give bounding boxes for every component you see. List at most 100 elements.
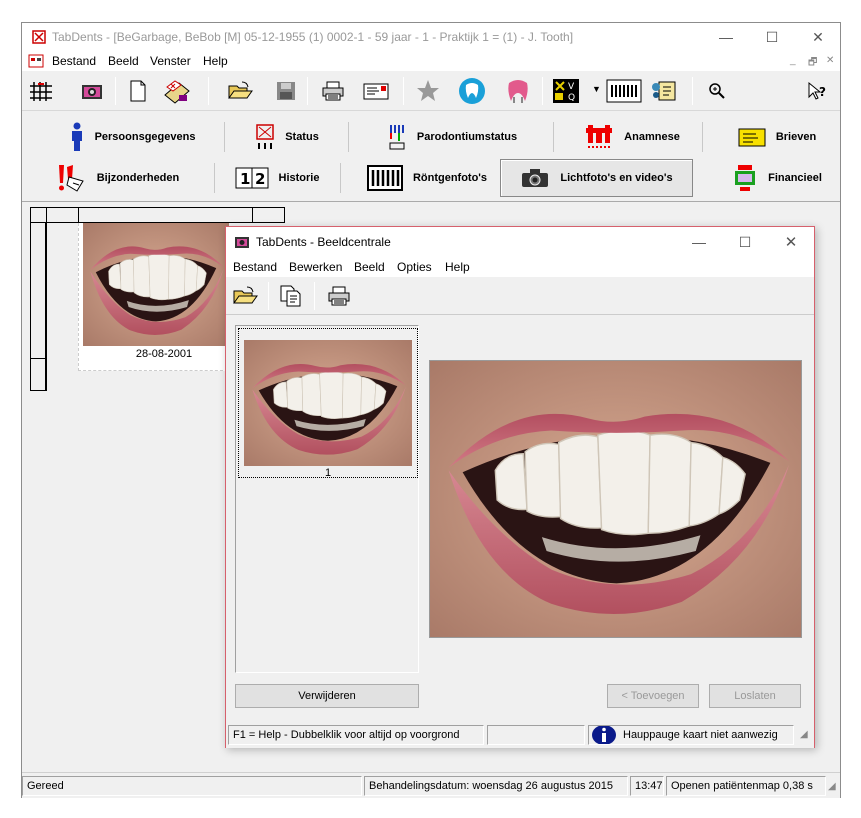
tab-anamnese[interactable]: Anamnese (567, 117, 697, 157)
dialog-menu-bestand[interactable]: Bestand (233, 260, 277, 274)
tab-financieel[interactable]: Financieel (722, 158, 832, 198)
mdi-restore-button[interactable]: 🗗 (808, 55, 817, 72)
grid-row-header (30, 223, 46, 391)
dialog-menu-bewerken[interactable]: Bewerken (289, 260, 342, 274)
info-icon (592, 726, 616, 744)
add-button[interactable]: < Toevoegen (607, 684, 699, 708)
person-icon (71, 122, 82, 151)
history-icon: 12 (235, 167, 269, 189)
mdi-minimize-button[interactable]: _ (790, 55, 796, 66)
dialog-menu-beeld[interactable]: Beeld (354, 260, 385, 274)
status-icon (256, 124, 274, 149)
vq-icon[interactable]: VQ (551, 76, 581, 106)
main-toolbar: VQ ▼ ? (22, 71, 840, 111)
cash-register-icon (735, 165, 756, 191)
dialog-status-capture: Hauppauge kaart niet aanwezig (588, 725, 794, 745)
dialog-print-icon[interactable] (324, 281, 354, 311)
dialog-maximize-button[interactable]: ☐ (722, 227, 768, 257)
tab-status[interactable]: Status (232, 117, 342, 157)
tab-label: Röntgenfoto's (412, 172, 488, 184)
star-icon[interactable] (413, 76, 443, 106)
minimize-button[interactable]: — (703, 23, 749, 51)
status-info: Openen patiëntenmap 0,38 s (666, 776, 826, 796)
save-icon[interactable] (271, 76, 301, 106)
tab-label: Financieel (768, 172, 822, 184)
anamnese-icon (586, 125, 613, 148)
tab-bijzonderheden[interactable]: Bijzonderheden (42, 158, 192, 198)
menu-bar: Bestand Beeld Venster Help _ 🗗 ✕ (22, 51, 840, 71)
perio-icon (389, 125, 405, 150)
svg-text:2: 2 (255, 170, 265, 188)
module-tabs: Persoonsgegevens Status Parodontiumstatu… (22, 112, 840, 202)
grid-icon[interactable] (26, 76, 56, 106)
delete-button[interactable]: Verwijderen (235, 684, 419, 708)
status-time: 13:47 (630, 776, 664, 796)
dialog-menu-help[interactable]: Help (445, 260, 470, 274)
tooth-pink-icon[interactable] (503, 76, 533, 106)
dialog-resize-grip-icon[interactable]: ◢ (800, 729, 808, 740)
notes-icon[interactable] (649, 76, 679, 106)
copy-icon[interactable] (276, 281, 306, 311)
grid-header (30, 207, 284, 223)
tab-label: Parodontiumstatus (416, 131, 518, 143)
tab-label: Lichtfoto's en video's (560, 172, 673, 184)
mdi-close-button[interactable]: ✕ (826, 55, 834, 66)
dialog-status-bar: F1 = Help - Dubbelklik voor altijd op vo… (226, 723, 814, 748)
dialog-title: TabDents - Beeldcentrale (256, 235, 391, 249)
xray-icon[interactable] (604, 76, 644, 106)
help-pointer-icon[interactable]: ? (802, 76, 832, 106)
new-document-icon[interactable] (123, 76, 153, 106)
letter-icon[interactable] (361, 76, 391, 106)
menu-beeld[interactable]: Beeld (108, 54, 139, 68)
xray-tab-icon (366, 165, 403, 191)
dialog-title-bar[interactable]: TabDents - Beeldcentrale — ☐ ✕ (226, 227, 814, 257)
tab-label: Historie (278, 172, 320, 184)
tab-parodontiumstatus[interactable]: Parodontiumstatus (357, 117, 547, 157)
dialog-menu-opties[interactable]: Opties (397, 260, 432, 274)
svg-text:1: 1 (240, 170, 250, 188)
patient-card-icon[interactable] (161, 76, 191, 106)
tab-label: Anamnese (624, 131, 680, 143)
zoom-icon[interactable] (702, 76, 732, 106)
camera-icon[interactable] (77, 76, 107, 106)
tabdents-app-icon (32, 30, 46, 44)
dialog-minimize-button[interactable]: — (676, 227, 722, 257)
image-preview[interactable] (429, 360, 802, 638)
status-bar: Gereed Behandelingsdatum: woensdag 26 au… (22, 772, 840, 798)
thumbnail-mouth-photo (244, 340, 412, 466)
tab-brieven[interactable]: Brieven (722, 117, 832, 157)
open-folder-icon[interactable] (225, 76, 255, 106)
photo-date: 28-08-2001 (135, 348, 193, 360)
menu-bestand[interactable]: Bestand (52, 54, 96, 68)
dialog-open-folder-icon[interactable] (230, 281, 260, 311)
print-icon[interactable] (318, 76, 348, 106)
photo-cell[interactable]: 28-08-2001 (78, 223, 228, 371)
tab-label: Bijzonderheden (96, 172, 180, 184)
mdi-child-icon[interactable] (28, 54, 44, 68)
thumbnail-list[interactable]: 1 (235, 325, 419, 673)
close-button[interactable]: ✕ (795, 23, 841, 51)
letter-tab-icon (738, 128, 766, 147)
menu-help[interactable]: Help (203, 54, 228, 68)
resize-grip-icon[interactable]: ◢ (828, 781, 836, 792)
tab-rontgenfotos[interactable]: Röntgenfoto's (347, 158, 507, 198)
photo-camera-icon (522, 169, 549, 187)
maximize-button[interactable]: ☐ (749, 23, 795, 51)
release-button[interactable]: Loslaten (709, 684, 801, 708)
dialog-toolbar (226, 277, 814, 315)
tab-persoonsgegevens[interactable]: Persoonsgegevens (42, 117, 222, 157)
tab-label: Brieven (775, 131, 817, 143)
svg-text:V: V (568, 82, 575, 92)
menu-venster[interactable]: Venster (150, 54, 191, 68)
title-bar[interactable]: TabDents - [BeGarbage, BeBob [M] 05-12-1… (22, 23, 840, 51)
tab-label: Status (285, 131, 319, 143)
dialog-menu-bar: Bestand Bewerken Beeld Opties Help (226, 257, 814, 277)
tab-lichtfotos-en-videos[interactable]: Lichtfoto's en video's (500, 159, 693, 197)
dropdown-arrow-icon[interactable]: ▼ (592, 84, 601, 94)
dialog-close-button[interactable]: ✕ (768, 227, 814, 257)
thumbnail-label: 1 (324, 467, 332, 479)
beeldcentrale-dialog: TabDents - Beeldcentrale — ☐ ✕ Bestand B… (225, 226, 815, 748)
thumbnail-item[interactable]: 1 (238, 328, 418, 479)
tooth-blue-icon[interactable] (457, 76, 487, 106)
tab-historie[interactable]: 12 Historie (222, 158, 332, 198)
